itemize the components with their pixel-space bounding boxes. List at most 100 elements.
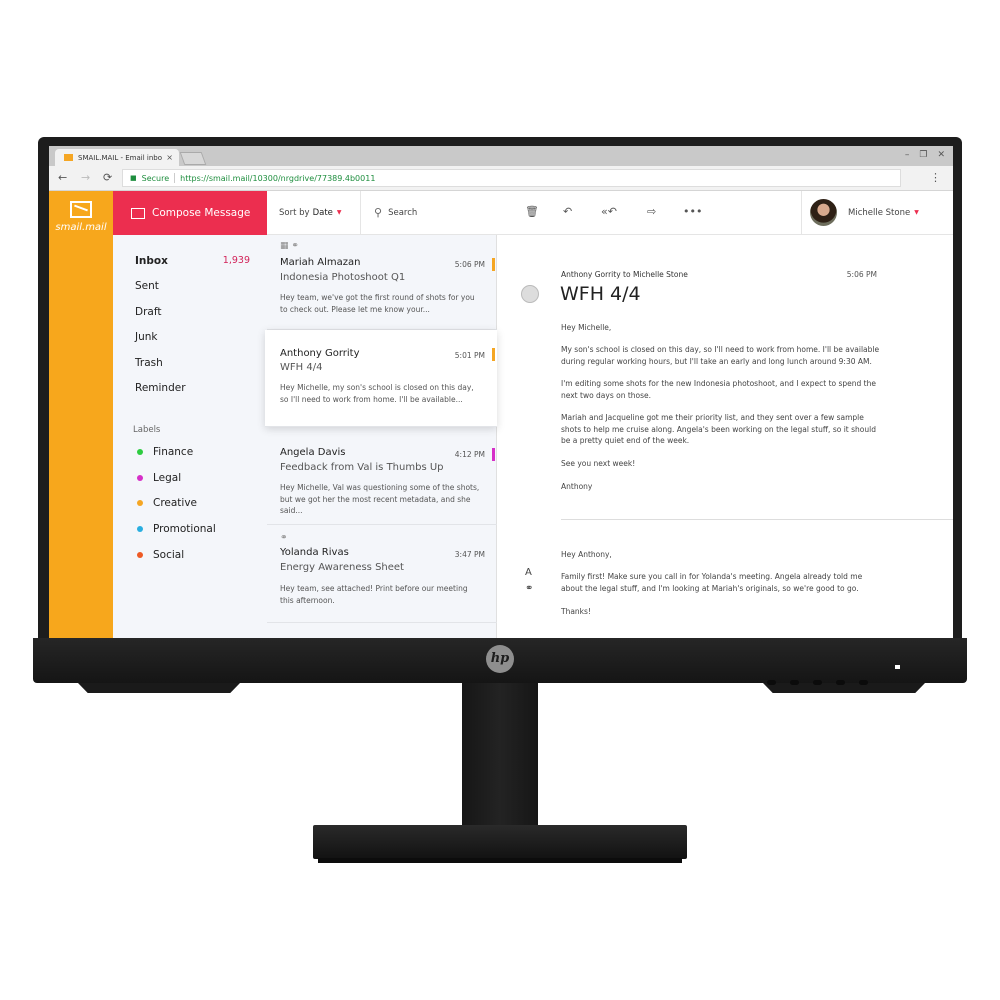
folder-label: Inbox	[135, 255, 168, 267]
reply-paragraph[interactable]: Hey Anthony,	[561, 549, 881, 561]
folder-label: Reminder	[135, 382, 186, 394]
message-sender: Angela Davis	[280, 447, 346, 458]
close-window-icon[interactable]: ✕	[937, 150, 945, 160]
compose-button[interactable]: Compose Message	[113, 191, 267, 235]
body-paragraph: My son's school is closed on this day, s…	[561, 345, 880, 366]
user-menu[interactable]: Michelle Stone ▼	[801, 191, 953, 235]
message-item[interactable]: ⚭ Yolanda Rivas 3:47 PM Energy Awareness…	[267, 525, 497, 623]
label-dot	[137, 449, 143, 455]
text-format-icon[interactable]: A	[525, 567, 532, 578]
label-social[interactable]: Social	[137, 549, 184, 561]
reply-paragraph[interactable]: Thanks!	[561, 606, 881, 618]
chevron-down-icon: ▼	[914, 209, 919, 216]
message-preview: Hey Michelle, Val was questioning some o…	[280, 483, 480, 515]
monitor-stand-base	[313, 825, 687, 859]
body-paragraph: See you next week!	[561, 459, 636, 468]
reply-paragraph[interactable]: Family first! Make sure you call in for …	[561, 571, 881, 594]
monitor-buttons	[767, 680, 868, 685]
reply-all-icon[interactable]: «↶	[601, 205, 617, 218]
label-tag	[492, 448, 495, 461]
label-legal[interactable]: Legal	[137, 472, 181, 484]
label-text: Finance	[153, 446, 194, 458]
minimize-icon[interactable]: –	[905, 150, 910, 160]
tab-close-icon[interactable]: ×	[166, 153, 173, 162]
browser-tab-bar: SMAIL.MAIL - Email inbo × – ❐ ✕	[49, 146, 953, 166]
monitor-button[interactable]	[790, 680, 799, 685]
mail-app: smail.mail Compose Message Inbox 1,939 S…	[49, 191, 953, 638]
browser-toolbar: ← → ⟳ ■ Secure https://smail.mail/10300/…	[49, 166, 953, 191]
forward-icon[interactable]: →	[81, 171, 90, 184]
new-tab-button[interactable]	[179, 152, 207, 165]
back-icon[interactable]: ←	[58, 171, 67, 184]
message-subject: Energy Awareness Sheet	[280, 562, 404, 573]
divider	[561, 519, 953, 520]
avatar	[810, 199, 837, 226]
monitor-base-feet	[318, 858, 682, 863]
folder-trash[interactable]: Trash	[135, 357, 250, 369]
browser-tab[interactable]: SMAIL.MAIL - Email inbo ×	[55, 149, 179, 166]
label-dot	[137, 552, 143, 558]
message-item-selected[interactable]: Anthony Gorrity 5:01 PM WFH 4/4 Hey Mich…	[265, 330, 497, 427]
message-list: ▦ ⚭ Mariah Almazan 5:06 PM Indonesia Pho…	[265, 235, 497, 638]
reload-icon[interactable]: ⟳	[103, 171, 112, 184]
folder-junk[interactable]: Junk	[135, 331, 250, 343]
message-subject: Feedback from Val is Thumbs Up	[280, 462, 444, 473]
monitor-chin-foot-left	[78, 683, 240, 693]
message-item[interactable]: Angela Davis 4:12 PM Feedback from Val i…	[267, 427, 497, 525]
label-text: Creative	[153, 497, 198, 509]
message-preview: Hey Michelle, my son's school is closed …	[280, 383, 474, 404]
window-controls: – ❐ ✕	[905, 150, 945, 160]
unread-count-badge: 1,939	[222, 255, 250, 266]
label-finance[interactable]: Finance	[137, 446, 193, 458]
label-tag	[492, 348, 495, 361]
monitor-power-button[interactable]	[859, 680, 868, 685]
lock-icon: ■	[130, 174, 137, 182]
monitor-button[interactable]	[767, 680, 776, 685]
message-sender: Yolanda Rivas	[280, 547, 349, 558]
more-icon[interactable]: •••	[683, 205, 702, 218]
message-time: 3:47 PM	[454, 550, 485, 559]
label-text: Promotional	[153, 523, 216, 535]
attachment-icon: ⚭	[280, 533, 288, 543]
message-sender: Anthony Gorrity	[280, 348, 360, 359]
folder-label: Sent	[135, 280, 159, 292]
message-subject: Indonesia Photoshoot Q1	[280, 272, 406, 283]
read-subject: WFH 4/4	[560, 283, 641, 305]
user-name: Michelle Stone	[848, 207, 911, 218]
message-preview: Hey team, see attached! Print before our…	[280, 584, 468, 605]
sort-value: Date	[312, 207, 333, 218]
read-time: 5:06 PM	[846, 270, 877, 279]
monitor-button[interactable]	[813, 680, 822, 685]
folder-reminder[interactable]: Reminder	[135, 382, 250, 394]
label-text: Legal	[153, 472, 182, 484]
label-dot	[137, 500, 143, 506]
trash-icon[interactable]: 🗑	[525, 205, 539, 218]
labels-heading: Labels	[133, 425, 161, 435]
reply-icon[interactable]: ↶	[563, 205, 572, 218]
body-paragraph: Mariah and Jacqueline got me their prior…	[561, 413, 876, 445]
browser-menu-icon[interactable]: ⋮	[930, 171, 941, 184]
screen: SMAIL.MAIL - Email inbo × – ❐ ✕ ← → ⟳ ■ …	[49, 146, 953, 638]
secure-label: Secure	[141, 173, 170, 183]
label-promotional[interactable]: Promotional	[137, 523, 216, 535]
message-time: 5:01 PM	[454, 351, 485, 360]
restore-icon[interactable]: ❐	[919, 150, 927, 160]
address-bar[interactable]: ■ Secure https://smail.mail/10300/nrgdri…	[122, 169, 901, 187]
folder-inbox[interactable]: Inbox 1,939	[135, 255, 250, 267]
folder-draft[interactable]: Draft	[135, 306, 250, 318]
forward-icon[interactable]: ⇨	[647, 205, 656, 218]
message-item[interactable]: ▦ ⚭ Mariah Almazan 5:06 PM Indonesia Pho…	[267, 235, 497, 330]
label-creative[interactable]: Creative	[137, 497, 197, 509]
monitor-button[interactable]	[836, 680, 845, 685]
calendar-attachment-icon: ▦ ⚭	[280, 241, 299, 251]
body-signature: Anthony	[561, 482, 593, 491]
folder-sent[interactable]: Sent	[135, 280, 250, 292]
body-paragraph: I'm editing some shots for the new Indon…	[561, 379, 876, 400]
attachment-icon[interactable]: ⚭	[525, 583, 533, 594]
search-placeholder: Search	[388, 207, 418, 218]
search-input[interactable]: ⚲ Search	[361, 191, 497, 235]
label-dot	[137, 526, 143, 532]
url-text[interactable]: https://smail.mail/10300/nrgdrive/77389.…	[180, 174, 375, 183]
message-subject: WFH 4/4	[280, 362, 323, 373]
sort-dropdown[interactable]: Sort by Date ▼	[267, 191, 361, 235]
